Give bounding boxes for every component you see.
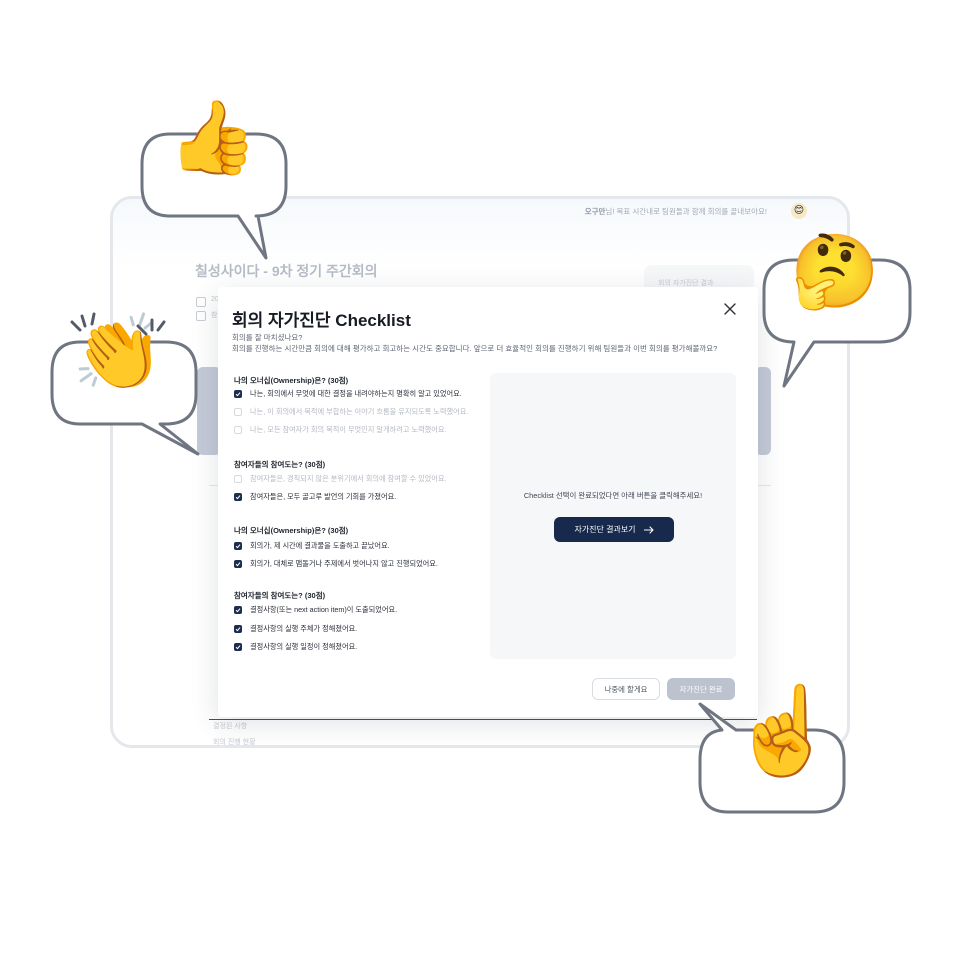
pointing-up-bubble: ☝️ xyxy=(698,688,848,818)
result-hint: Checklist 선택이 완료되었다면 아래 버튼을 클릭해주세요! xyxy=(523,491,703,500)
checklist-item-label: 참여자들은, 경직되지 않은 분위기에서 회의에 참여할 수 있었어요. xyxy=(250,474,447,483)
check-icon xyxy=(235,495,241,500)
checklist-item[interactable]: 참여자들은, 모두 골고루 발언의 기회를 가졌어요. xyxy=(234,492,396,502)
avatar: 😊 xyxy=(791,203,807,219)
checkbox[interactable] xyxy=(234,408,242,416)
calendar-icon xyxy=(196,297,206,307)
checklist-item[interactable]: 나는, 이 회의에서 목적에 부합하는 이야기 흐름을 유지되도록 노력했어요. xyxy=(234,407,468,417)
checkbox[interactable] xyxy=(234,390,242,398)
arrow-right-icon xyxy=(643,525,654,534)
checklist-item-label: 회의가, 제 시간에 결과물을 도출하고 끝났어요. xyxy=(250,541,390,550)
checklist-item-label: 회의가, 대체로 맴돌거나 주제에서 벗어나지 않고 진행되었어요. xyxy=(250,559,438,568)
checklist-item[interactable]: 나는, 모든 참여자가 회의 목적이 무엇인지 알게하려고 노력했어요. xyxy=(234,425,447,435)
checklist-item-label: 결정사항의 실행 주체가 정해졌어요. xyxy=(250,624,358,633)
view-result-label: 자가진단 결과보기 xyxy=(574,525,636,534)
checkbox[interactable] xyxy=(234,542,242,550)
checklist-item-label: 결정사항(또는 next action item)이 도출되었어요. xyxy=(250,605,398,614)
checkbox[interactable] xyxy=(234,606,242,614)
later-button[interactable]: 나중에 할게요 xyxy=(592,678,660,700)
section-title: 참여자들의 참여도는? (30점) xyxy=(234,591,326,600)
close-button[interactable] xyxy=(722,301,738,317)
meeting-title: 칠성사이다 - 9차 정기 주간회의 xyxy=(195,263,378,279)
decisions-label: 결정된 사항 xyxy=(213,723,248,730)
thumbs-up-icon: 👍 xyxy=(168,98,258,178)
checkbox[interactable] xyxy=(234,643,242,651)
checklist-item-label: 나는, 이 회의에서 목적에 부합하는 이야기 흐름을 유지되도록 노력했어요. xyxy=(250,407,469,416)
pointing-up-icon: ☝️ xyxy=(730,683,838,779)
checklist-item-label: 나는, 모든 참여자가 회의 목적이 무엇인지 알게하려고 노력했어요. xyxy=(250,425,447,434)
section-title: 나의 오너십(Ownership)은? (30점) xyxy=(234,526,349,535)
sparkle-lines-icon xyxy=(70,312,166,336)
check-icon xyxy=(235,645,241,650)
checklist-item-label: 참여자들은, 모두 골고루 발언의 기회를 가졌어요. xyxy=(250,492,397,501)
checklist-item-label: 나는, 회의에서 무엇에 대한 결정을 내려야하는지 명확히 알고 있었어요. xyxy=(250,389,462,398)
progress-label: 회의 진행 현황 xyxy=(213,739,256,746)
clapping-bubble: 👏 xyxy=(50,312,200,460)
check-icon xyxy=(235,562,241,567)
meeting-participants: 참 xyxy=(211,312,218,319)
checklist-item[interactable]: 나는, 회의에서 무엇에 대한 결정을 내려야하는지 명확히 알고 있었어요. xyxy=(234,389,462,399)
complete-button[interactable]: 자가진단 완료 xyxy=(667,678,735,700)
checkbox[interactable] xyxy=(234,560,242,568)
check-icon xyxy=(235,392,241,397)
result-panel: Checklist 선택이 완료되었다면 아래 버튼을 클릭해주세요! 자가진단… xyxy=(490,373,736,659)
section-title: 참여자들의 참여도는? (30점) xyxy=(234,460,326,469)
thinking-face-icon: 🤔 xyxy=(790,232,880,312)
close-icon xyxy=(724,303,736,315)
checklist-item[interactable]: 결정사항(또는 next action item)이 도출되었어요. xyxy=(234,605,397,615)
checkbox[interactable] xyxy=(234,426,242,434)
self-check-modal: 회의 자가진단 Checklist 회의를 잘 마치셨나요? 회의를 진행하는 … xyxy=(218,287,758,717)
checklist-item[interactable]: 결정사항의 실행 주체가 정해졌어요. xyxy=(234,624,357,634)
modal-title: 회의 자가진단 Checklist xyxy=(232,311,411,330)
section-title: 나의 오너십(Ownership)은? (30점) xyxy=(234,376,349,385)
checklist-item[interactable]: 결정사항의 실행 일정이 정해졌어요. xyxy=(234,642,357,652)
check-icon xyxy=(235,544,241,549)
thinking-bubble: 🤔 xyxy=(762,236,912,390)
checkbox[interactable] xyxy=(234,493,242,501)
modal-subtitle: 회의를 잘 마치셨나요? 회의를 진행하는 시간만큼 회의에 대해 평가하고 회… xyxy=(232,333,718,353)
view-result-button[interactable]: 자가진단 결과보기 xyxy=(554,517,674,542)
checklist-item[interactable]: 참여자들은, 경직되지 않은 분위기에서 회의에 참여할 수 있었어요. xyxy=(234,474,447,484)
checklist-item-label: 결정사항의 실행 일정이 정해졌어요. xyxy=(250,642,358,651)
thumbs-up-bubble: 👍 xyxy=(140,102,290,262)
checklist-item[interactable]: 회의가, 제 시간에 결과물을 도출하고 끝났어요. xyxy=(234,541,390,551)
check-icon xyxy=(235,627,241,632)
checkbox[interactable] xyxy=(234,625,242,633)
check-icon xyxy=(235,608,241,613)
people-icon xyxy=(196,311,206,321)
notice-text: 오구만님! 목표 시간내로 팀원들과 함께 회의를 끝내보아요! xyxy=(584,207,767,216)
checklist-item[interactable]: 회의가, 대체로 맴돌거나 주제에서 벗어나지 않고 진행되었어요. xyxy=(234,559,438,569)
divider xyxy=(209,719,757,720)
checkbox[interactable] xyxy=(234,475,242,483)
